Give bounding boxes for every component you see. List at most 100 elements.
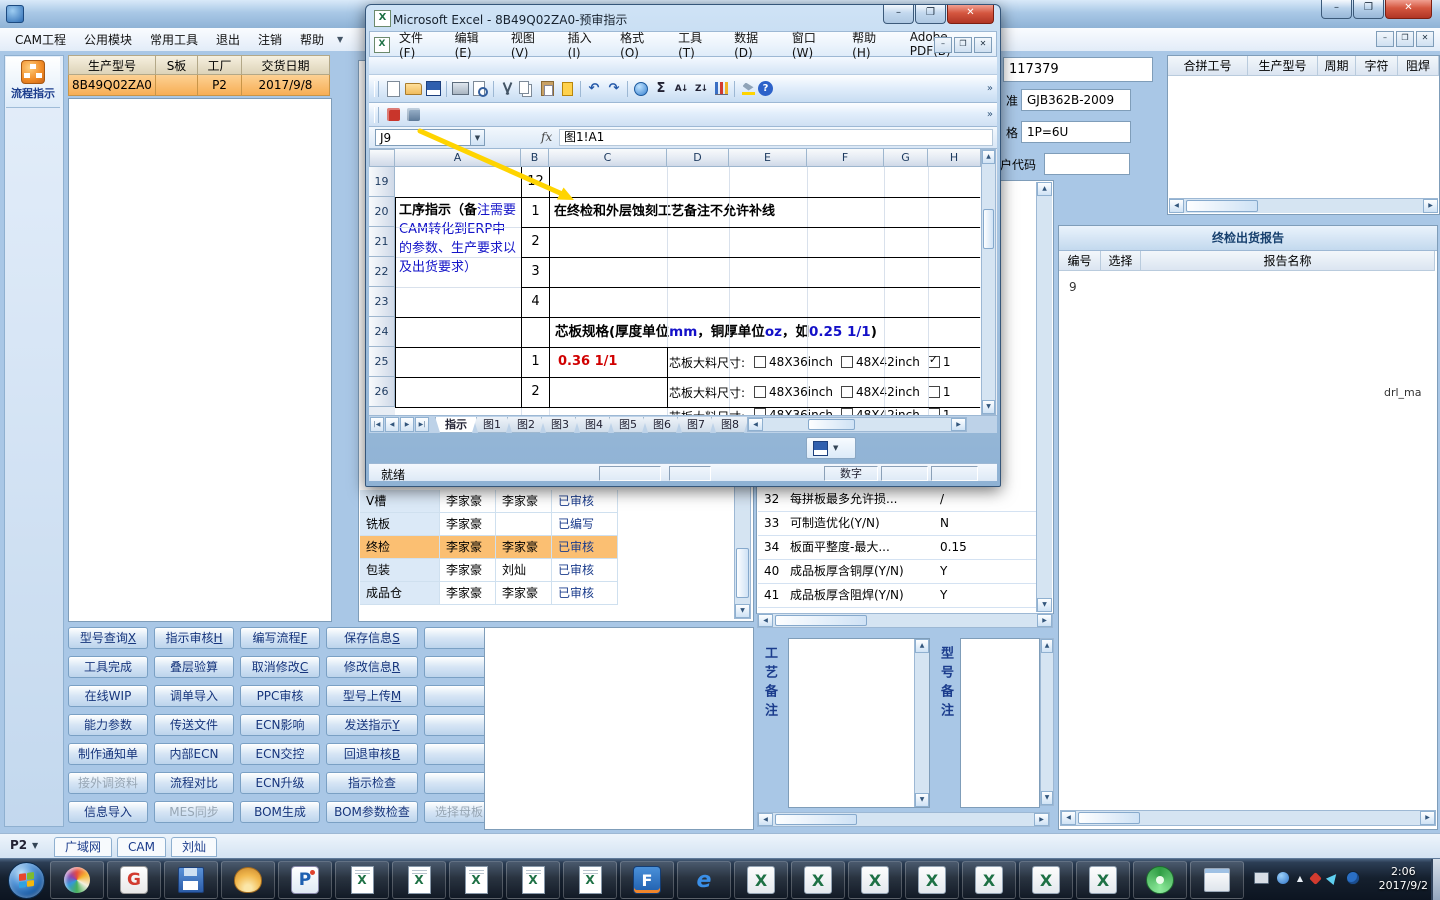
cell-B26[interactable]: 2 [522,377,549,407]
cell-B19[interactable]: 12 [522,167,549,197]
parameter-row[interactable]: 33 可制造优化(Y/N) N [758,512,1036,536]
row-header-20[interactable]: 20 [369,197,395,227]
checkbox[interactable] [927,408,940,415]
scroll-right-arrow[interactable]: ▶ [1420,811,1435,825]
scroll-up-arrow[interactable]: ▲ [1041,639,1053,653]
action-button-r1c4[interactable]: 保存信息S [326,627,418,649]
print-icon[interactable] [450,80,470,98]
order-table-row[interactable]: 8B49Q02ZA0 P2 2017/9/8 [68,75,330,96]
action-button-r4c2[interactable]: 传送文件 [154,714,234,736]
flashfxp-button[interactable]: F [620,861,674,899]
action-button-r3c3[interactable]: PPC审核 [240,685,320,707]
cell-D27-partial[interactable]: 芯板大料尺寸: 48X36inch 48X42inch 1 [669,408,979,415]
action-button-r7c3[interactable]: BOM生成 [240,801,320,823]
spec-field[interactable]: 1P=6U [1021,121,1131,143]
merge-table-header[interactable]: 合拼工号 [1168,56,1248,76]
report-hscrollbar[interactable]: ◀ ▶ [1060,810,1436,826]
scroll-right-arrow[interactable]: ▶ [951,418,966,431]
chevron-down-icon[interactable]: ▼ [32,841,38,850]
row-header-23[interactable]: 23 [369,287,395,317]
new-icon[interactable] [383,80,403,98]
pdf-convert-icon[interactable] [383,106,403,124]
redo-icon[interactable]: ↷ [604,80,624,98]
excel-doc-button[interactable]: X [335,861,389,899]
window-app-button[interactable] [1190,861,1244,899]
excel-doc-button[interactable]: X [563,861,617,899]
site-label[interactable]: P2 [10,838,27,852]
scroll-thumb[interactable] [775,615,867,626]
excel-app-button[interactable]: X [1019,861,1073,899]
parameter-row[interactable]: 41 成品板厚含阻焊(Y/N) Y [758,584,1036,608]
format-painter-icon[interactable] [557,80,577,98]
green-swirl-button[interactable] [1133,861,1187,899]
scroll-left-arrow[interactable]: ◀ [748,418,763,431]
excel-app-button[interactable]: X [1076,861,1130,899]
toolbar-options-chevron[interactable]: » [987,109,993,120]
red-tray-icon[interactable] [1309,871,1322,885]
parameter-row[interactable]: 34 板面平整度-最大... 0.15 [758,536,1036,560]
excel-menu-item[interactable]: 数据(D) [725,27,783,62]
scroll-right-arrow[interactable]: ▶ [1034,813,1049,826]
action-button-r7c1[interactable]: 信息导入 [68,801,148,823]
customer-code-field[interactable] [1044,153,1130,175]
action-button-r5c1[interactable]: 制作通知单 [68,743,148,765]
mdi-restore-button[interactable]: ❐ [1396,31,1414,47]
excel-menu-item[interactable]: 格式(O) [611,27,669,62]
column-header-d[interactable]: D [667,149,729,167]
save-icon[interactable] [810,439,830,457]
sheet-tab-3[interactable]: 图3 [541,417,579,433]
action-button-r5c3[interactable]: ECN交控 [240,743,320,765]
formula-input[interactable]: 图1!A1 [559,129,993,146]
prev-sheet-button[interactable]: ◀ [385,417,399,432]
name-box-dropdown[interactable]: ▼ [470,129,485,146]
app-menu-item[interactable]: 公用模块 [75,29,141,50]
column-header-a[interactable]: A [395,149,521,167]
scroll-down-arrow[interactable]: ▼ [1041,791,1053,805]
column-header-c[interactable]: C [549,149,667,167]
chart-wizard-icon[interactable] [711,80,731,98]
mdi-minimize-button[interactable]: – [1376,31,1394,47]
checkbox[interactable] [754,386,767,398]
mdi-close-button[interactable]: ✕ [1416,31,1434,47]
scroll-down-arrow[interactable]: ▼ [982,400,995,414]
action-button-r4c4[interactable]: 发送指示Y [326,714,418,736]
toolbar-grip[interactable] [374,106,379,123]
checkbox[interactable] [754,408,767,415]
parameter-row[interactable]: 40 成品板厚含铜厚(Y/N) Y [758,560,1036,584]
column-header-h[interactable]: H [928,149,981,167]
scroll-left-arrow[interactable]: ◀ [1061,811,1076,825]
browser-sphere-button[interactable] [50,861,104,899]
sort-desc-icon[interactable]: Z↓ [691,80,711,98]
cell-D26-merged[interactable]: 芯板大料尺寸: 48X36inch 48X42inch 1 [669,378,979,406]
bottom-tab[interactable]: 广域网 [54,837,113,857]
cell-B20[interactable]: 1 [522,197,549,227]
app-menu-item[interactable]: 常用工具 [141,29,207,50]
pdf-email-icon[interactable] [403,106,423,124]
report-column-header[interactable]: 编号 [1059,251,1101,271]
excel-app-button[interactable]: X [962,861,1016,899]
insert-function-icon[interactable]: fx [541,130,552,144]
ie-button[interactable]: e [677,861,731,899]
close-button[interactable]: ✕ [1385,0,1432,19]
excel-menu-item[interactable]: 编辑(E) [446,27,502,62]
scroll-right-arrow[interactable]: ▶ [1423,199,1438,213]
toolbar-grip[interactable] [374,80,379,97]
order-number-field[interactable]: 117379 [1003,57,1153,82]
scroll-down-arrow[interactable]: ▼ [1037,598,1052,612]
paste-icon[interactable] [537,80,557,98]
action-button-r6c4[interactable]: 指示检查 [326,772,418,794]
scroll-right-arrow[interactable]: ▶ [1037,614,1052,627]
cut-icon[interactable] [497,80,517,98]
action-button-r4c1[interactable]: 能力参数 [68,714,148,736]
shell-app-button[interactable] [221,861,275,899]
flow-indicator-button[interactable]: 流程指示 [6,57,60,108]
action-button-r7c2[interactable]: MES同步 [154,801,234,823]
cell-D25-merged[interactable]: 芯板大料尺寸: 48X36inch 48X42inch 1 [669,348,979,376]
sheet-tab-7[interactable]: 图7 [677,417,715,433]
action-button-r2c2[interactable]: 叠层验算 [154,656,234,678]
open-icon[interactable] [403,80,423,98]
globe-tray-icon[interactable] [1346,871,1360,885]
action-button-r4c3[interactable]: ECN影响 [240,714,320,736]
cell-B23[interactable]: 4 [522,287,549,317]
excel-app-button[interactable]: X [734,861,788,899]
